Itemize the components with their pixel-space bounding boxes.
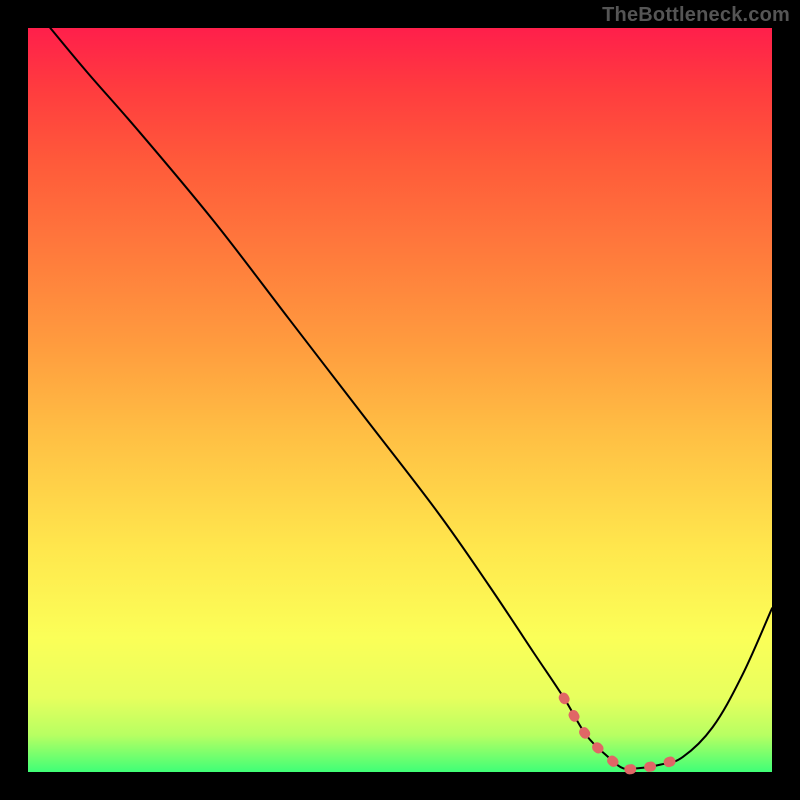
- chart-frame: TheBottleneck.com: [0, 0, 800, 800]
- bottleneck-curve-svg: [28, 28, 772, 772]
- watermark-text: TheBottleneck.com: [602, 4, 790, 27]
- plot-area: [28, 28, 772, 772]
- optimal-range-marker: [564, 698, 683, 770]
- bottleneck-curve-line: [50, 28, 772, 769]
